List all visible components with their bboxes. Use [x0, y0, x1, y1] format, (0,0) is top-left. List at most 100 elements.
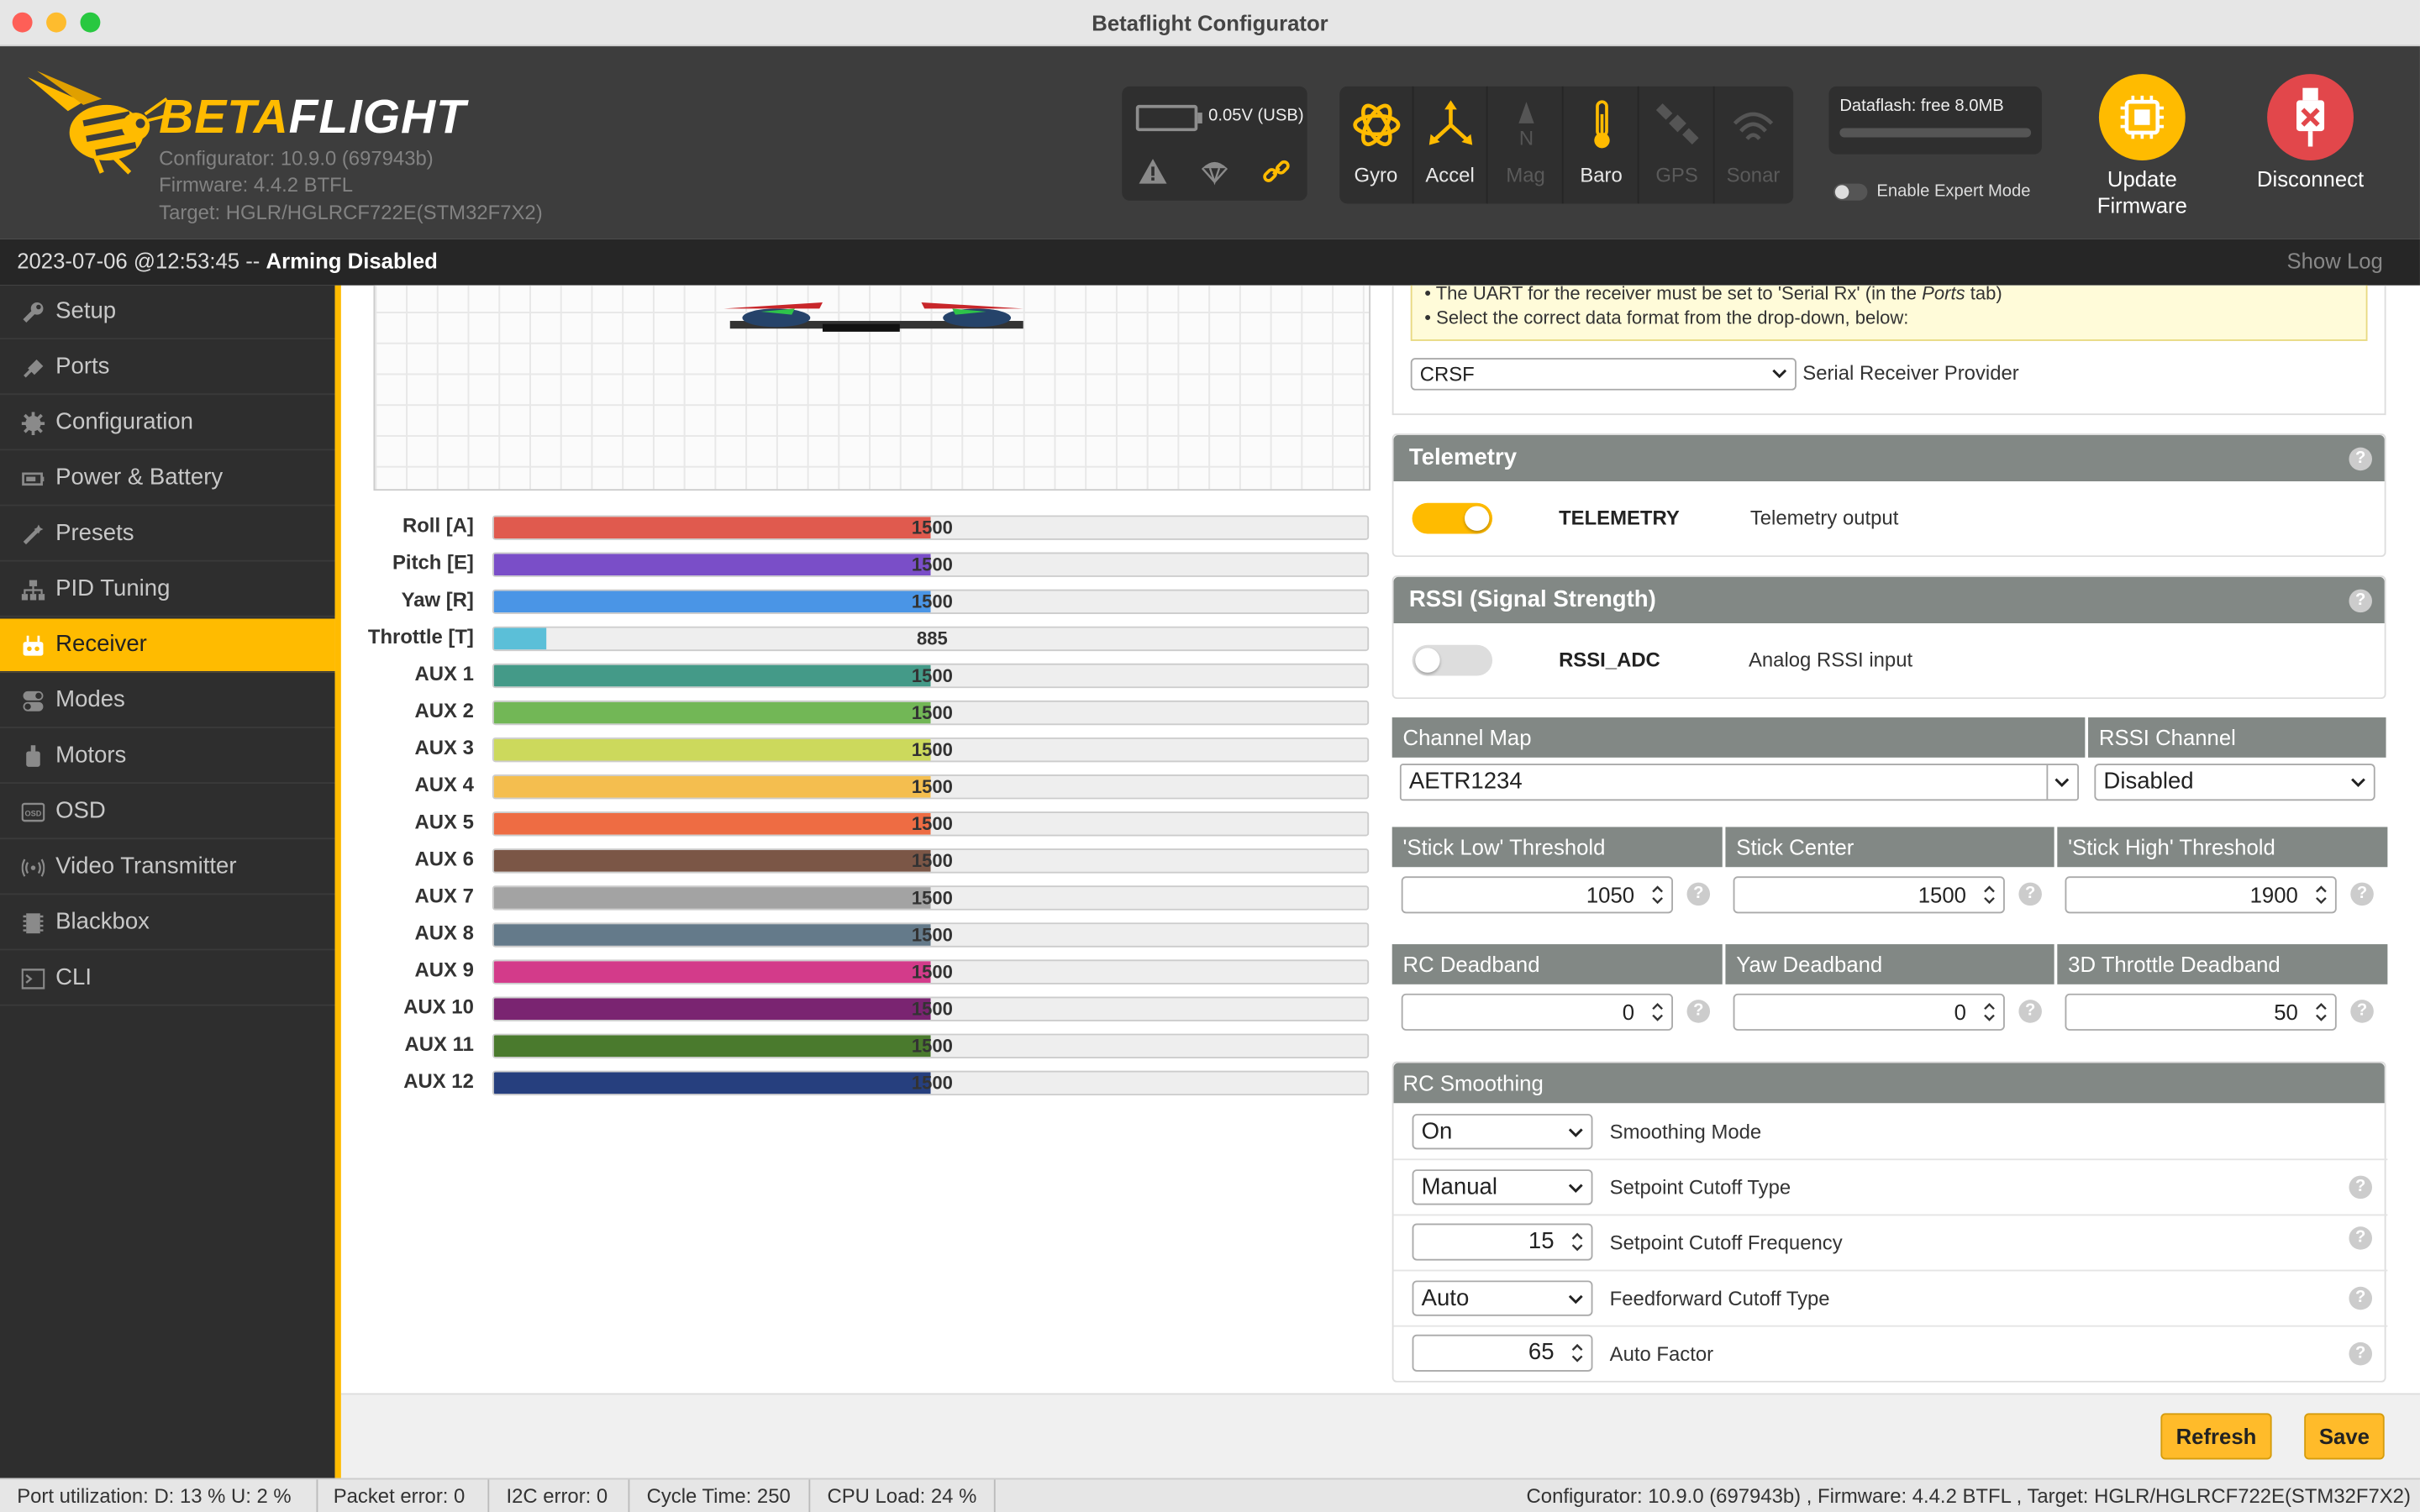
- sensor-gyro: Gyro: [1339, 86, 1414, 204]
- serial-receiver-provider-select[interactable]: CRSF: [1410, 358, 1797, 391]
- show-log-link[interactable]: Show Log: [2286, 249, 2382, 273]
- channel-value: 885: [916, 627, 948, 650]
- disconnect-button[interactable]: Disconnect: [2249, 74, 2372, 192]
- sidebar-nav: Setup Ports Configuration Power & Batter…: [0, 285, 335, 1478]
- sidebar-label-video-transmitter: Video Transmitter: [55, 853, 237, 879]
- sidebar-item-osd[interactable]: OSD OSD: [0, 785, 335, 840]
- sidebar-item-setup[interactable]: Setup: [0, 286, 335, 340]
- stick-center-input[interactable]: 1500: [1733, 876, 2005, 914]
- help-icon[interactable]: ?: [2349, 447, 2373, 471]
- serial-receiver-provider-label: Serial Receiver Provider: [1802, 360, 2019, 385]
- channel-row: AUX 11 1500: [341, 1029, 1376, 1060]
- throttle-3d-deadband-input[interactable]: 50: [2065, 993, 2337, 1031]
- stepper-icon[interactable]: [1649, 883, 1665, 907]
- sidebar-item-configuration[interactable]: Configuration: [0, 396, 335, 451]
- help-icon[interactable]: ?: [2349, 589, 2373, 613]
- stick-low-header: 'Stick Low' Threshold: [1392, 827, 1723, 868]
- antenna-icon: [21, 858, 45, 877]
- channel-bar: 1500: [492, 663, 1370, 689]
- setpoint-cutoff-type-select[interactable]: Manual: [1412, 1169, 1593, 1205]
- stepper-icon[interactable]: [1570, 1230, 1585, 1254]
- refresh-button[interactable]: Refresh: [2160, 1413, 2272, 1460]
- channel-bar: 1500: [492, 811, 1370, 837]
- help-icon[interactable]: ?: [2018, 1000, 2042, 1023]
- channel-bar: 1500: [492, 922, 1370, 948]
- rc-deadband-input[interactable]: 0: [1401, 993, 1673, 1031]
- help-icon[interactable]: ?: [2349, 1341, 2373, 1366]
- help-icon[interactable]: ?: [2018, 882, 2042, 906]
- channel-name: Throttle [T]: [367, 624, 474, 648]
- status-state: Arming Disabled: [266, 248, 438, 274]
- channel-row: AUX 4 1500: [341, 770, 1376, 801]
- channel-value: 1500: [911, 738, 953, 761]
- feedforward-cutoff-type-select[interactable]: Auto: [1412, 1280, 1593, 1316]
- setpoint-cutoff-frequency-label: Setpoint Cutoff Frequency: [1609, 1231, 1843, 1255]
- setpoint-cutoff-frequency-input[interactable]: 15: [1412, 1223, 1593, 1261]
- stick-low-input[interactable]: 1050: [1401, 876, 1673, 914]
- rssi-channel-header: RSSI Channel: [2088, 717, 2386, 758]
- dataflash-free: Dataflash: free 8.0MB: [1839, 97, 2004, 116]
- help-icon[interactable]: ?: [2350, 1000, 2374, 1023]
- sidebar-item-modes[interactable]: Modes: [0, 675, 335, 728]
- stepper-icon[interactable]: [2313, 883, 2328, 907]
- stepper-icon[interactable]: [1570, 1341, 1585, 1365]
- stick-high-value: 1900: [2249, 882, 2298, 907]
- smoothing-mode-select[interactable]: On: [1412, 1114, 1593, 1150]
- expert-mode-switch[interactable]: [1833, 182, 1868, 201]
- channel-map-dropdown-button[interactable]: [2046, 765, 2077, 800]
- sidebar-label-osd: OSD: [55, 797, 106, 824]
- stepper-icon[interactable]: [1649, 1000, 1665, 1024]
- stepper-icon[interactable]: [1981, 1000, 1996, 1024]
- sidebar-item-video-transmitter[interactable]: Video Transmitter: [0, 841, 335, 895]
- sidebar-item-ports[interactable]: Ports: [0, 341, 335, 396]
- channel-bar: 1500: [492, 996, 1370, 1021]
- stepper-icon[interactable]: [2313, 1000, 2328, 1024]
- update-firmware-button[interactable]: Update Firmware: [2081, 74, 2204, 219]
- sidebar-item-power-battery[interactable]: Power & Battery: [0, 452, 335, 507]
- help-icon[interactable]: ?: [1686, 882, 1711, 906]
- rssi-channel-select[interactable]: Disabled: [2094, 764, 2375, 801]
- chevron-down-icon: [1568, 1294, 1583, 1305]
- stick-high-input[interactable]: 1900: [2065, 876, 2337, 914]
- sidebar-item-blackbox[interactable]: Blackbox: [0, 896, 335, 951]
- yaw-deadband-value: 0: [1954, 1000, 1966, 1025]
- sensor-mag: N Mag: [1489, 86, 1564, 204]
- help-icon[interactable]: ?: [2349, 1175, 2373, 1200]
- sidebar-item-motors[interactable]: Motors: [0, 730, 335, 785]
- channel-name: AUX 11: [404, 1032, 474, 1056]
- usb-disconnect-icon: [2267, 74, 2354, 161]
- rssi-toggle[interactable]: [1412, 644, 1493, 676]
- auto-factor-row: 65 Auto Factor ?: [1394, 1327, 2388, 1383]
- auto-factor-input[interactable]: 65: [1412, 1334, 1593, 1372]
- save-button[interactable]: Save: [2304, 1413, 2385, 1460]
- sidebar-item-presets[interactable]: Presets: [0, 507, 335, 562]
- channel-map-input[interactable]: AETR1234: [1399, 764, 2080, 801]
- sidebar-item-pid-tuning[interactable]: PID Tuning: [0, 563, 335, 617]
- channel-value: 1500: [911, 664, 953, 687]
- yaw-deadband-input[interactable]: 0: [1733, 993, 2005, 1031]
- sidebar-item-cli[interactable]: CLI: [0, 952, 335, 1006]
- gear-icon: [21, 412, 45, 435]
- app-header: BETAFLIGHT Configurator: 10.9.0 (697943b…: [0, 46, 2420, 239]
- receiver-note-line-1: • The UART for the receiver must be set …: [1424, 285, 2002, 304]
- channel-row: AUX 6 1500: [341, 844, 1376, 875]
- telemetry-panel: Telemetry ? TELEMETRY Telemetry output: [1392, 433, 2386, 558]
- stepper-icon[interactable]: [1981, 883, 1996, 907]
- quadcopter-model-icon: [723, 302, 1023, 332]
- help-icon[interactable]: ?: [1686, 1000, 1711, 1023]
- chevron-down-icon: [1568, 1128, 1583, 1137]
- sidebar-item-receiver[interactable]: Receiver: [0, 618, 335, 673]
- telemetry-toggle[interactable]: [1412, 502, 1493, 534]
- channel-name: AUX 4: [414, 773, 474, 796]
- channel-value: 1500: [911, 961, 953, 983]
- channel-row: AUX 7 1500: [341, 881, 1376, 912]
- channel-name: Yaw [R]: [401, 587, 474, 612]
- help-icon[interactable]: ?: [2349, 1226, 2373, 1250]
- channel-value: 1500: [911, 591, 953, 613]
- toggle-icon: [23, 690, 44, 711]
- help-icon[interactable]: ?: [2349, 1286, 2373, 1310]
- channel-row: Roll [A] 1500: [341, 511, 1376, 542]
- help-icon[interactable]: ?: [2350, 882, 2374, 906]
- channel-name: AUX 5: [414, 810, 474, 833]
- expert-mode-toggle[interactable]: Enable Expert Mode: [1833, 182, 2030, 201]
